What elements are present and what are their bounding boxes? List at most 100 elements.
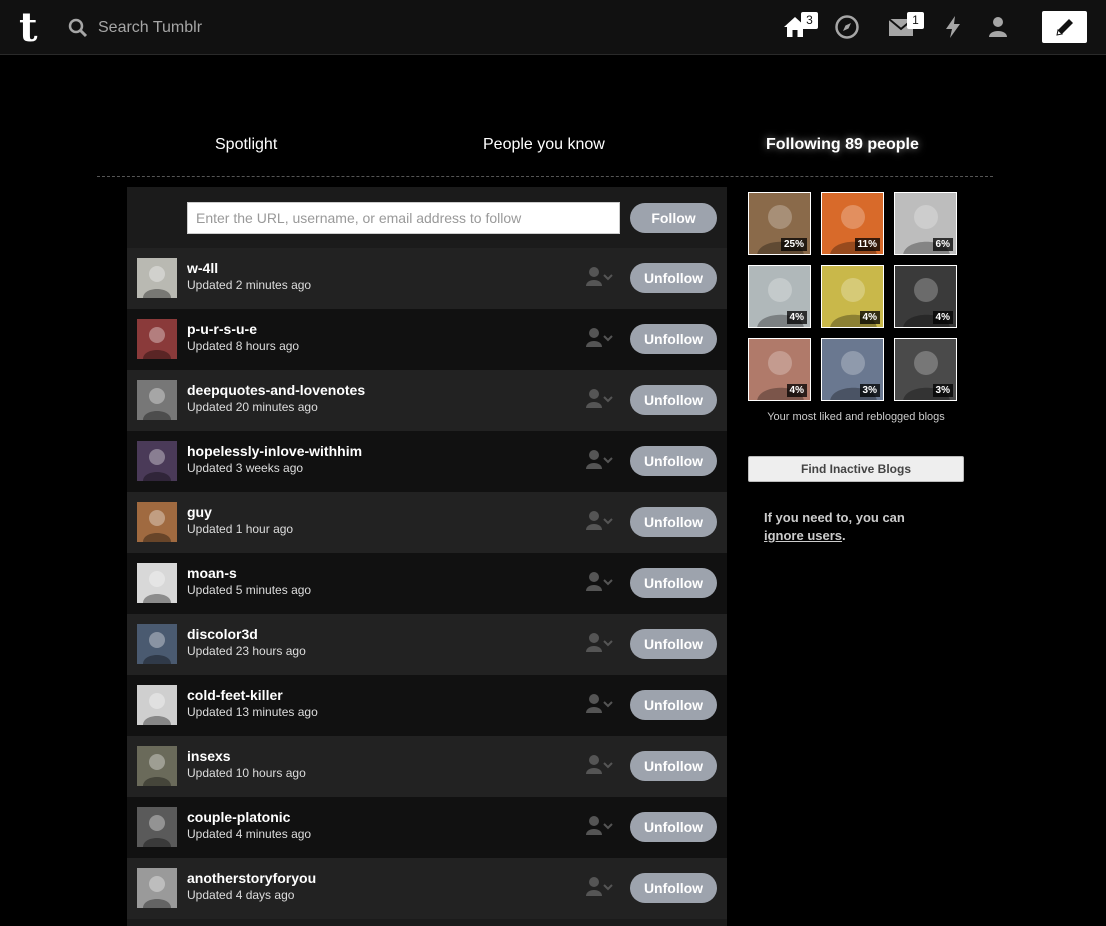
top-navigation-bar: t 3 1 bbox=[0, 0, 1106, 55]
user-options-icon[interactable] bbox=[585, 265, 615, 289]
following-row: discolor3d Updated 23 hours ago Unfollow bbox=[127, 614, 727, 675]
blog-avatar[interactable] bbox=[137, 868, 177, 908]
blog-updated: Updated 20 minutes ago bbox=[187, 400, 318, 414]
top-blog-tile[interactable]: 4% bbox=[821, 265, 884, 328]
top-blog-tile[interactable]: 4% bbox=[748, 338, 811, 401]
unfollow-button[interactable]: Unfollow bbox=[630, 629, 717, 659]
search-input[interactable] bbox=[98, 19, 318, 37]
compose-pencil-icon bbox=[1055, 19, 1073, 36]
top-blog-percent: 4% bbox=[786, 311, 807, 324]
search-box bbox=[68, 14, 328, 42]
compose-button[interactable] bbox=[1042, 11, 1087, 43]
blog-name[interactable]: insexs bbox=[187, 748, 231, 764]
unfollow-button[interactable]: Unfollow bbox=[630, 385, 717, 415]
following-row: anotherstoryforyou Updated 4 days ago Unfo… bbox=[127, 858, 727, 919]
blog-name[interactable]: couple-platonic bbox=[187, 809, 290, 825]
activity-lightning-icon[interactable] bbox=[940, 14, 966, 40]
top-blog-tile[interactable]: 25% bbox=[748, 192, 811, 255]
blog-avatar[interactable] bbox=[137, 380, 177, 420]
tab-following[interactable]: Following 89 people bbox=[766, 136, 919, 154]
following-row: cold-feet-killer Updated 13 minutes ago Un… bbox=[127, 675, 727, 736]
ignore-users-note: If you need to, you can ignore users. bbox=[764, 509, 954, 545]
search-icon bbox=[68, 18, 88, 38]
blog-updated: Updated 2 minutes ago bbox=[187, 278, 312, 292]
tab-divider bbox=[97, 176, 993, 177]
blog-updated: Updated 10 hours ago bbox=[187, 766, 306, 780]
blog-updated: Updated 23 hours ago bbox=[187, 644, 306, 658]
top-blogs-grid: 25% 11% 6% 4% 4% 4% 4% 3% 3% bbox=[748, 192, 958, 402]
blog-updated: Updated 13 minutes ago bbox=[187, 705, 318, 719]
blog-name[interactable]: cold-feet-killer bbox=[187, 687, 283, 703]
tab-people-you-know[interactable]: People you know bbox=[483, 136, 605, 154]
follow-button[interactable]: Follow bbox=[630, 203, 717, 233]
top-blog-percent: 3% bbox=[859, 384, 880, 397]
blog-name[interactable]: hopelessly-inlove-withhim bbox=[187, 443, 362, 459]
blog-name[interactable]: deepquotes-and-lovenotes bbox=[187, 382, 365, 398]
following-row: hopelessly-inlove-withhim Updated 3 weeks… bbox=[127, 431, 727, 492]
unfollow-button[interactable]: Unfollow bbox=[630, 446, 717, 476]
blog-avatar[interactable] bbox=[137, 624, 177, 664]
blog-updated: Updated 3 weeks ago bbox=[187, 461, 304, 475]
unfollow-button[interactable]: Unfollow bbox=[630, 873, 717, 903]
unfollow-button[interactable]: Unfollow bbox=[630, 263, 717, 293]
user-options-icon[interactable] bbox=[585, 387, 615, 411]
follow-url-input[interactable] bbox=[187, 202, 620, 234]
top-blogs-caption: Your most liked and reblogged blogs bbox=[767, 411, 945, 423]
following-list-panel: Follow w-4ll Updated 2 minutes ago Unfollo… bbox=[127, 187, 727, 926]
top-blog-tile[interactable]: 4% bbox=[748, 265, 811, 328]
follow-bar: Follow bbox=[127, 187, 727, 248]
top-blog-tile[interactable]: 11% bbox=[821, 192, 884, 255]
blog-name[interactable]: anotherstoryforyou bbox=[187, 870, 316, 886]
blog-avatar[interactable] bbox=[137, 441, 177, 481]
top-blog-tile[interactable]: 6% bbox=[894, 192, 957, 255]
blog-avatar[interactable] bbox=[137, 746, 177, 786]
blog-name[interactable]: moan-s bbox=[187, 565, 237, 581]
explore-compass-icon[interactable] bbox=[834, 14, 860, 40]
top-blog-percent: 11% bbox=[854, 238, 880, 251]
user-options-icon[interactable] bbox=[585, 326, 615, 350]
user-options-icon[interactable] bbox=[585, 509, 615, 533]
blog-name[interactable]: w-4ll bbox=[187, 260, 218, 276]
blog-avatar[interactable] bbox=[137, 685, 177, 725]
following-row: couple-platonic Updated 4 minutes ago Unfo… bbox=[127, 797, 727, 858]
account-person-icon[interactable] bbox=[985, 14, 1011, 40]
find-inactive-blogs-button[interactable]: Find Inactive Blogs bbox=[748, 456, 964, 482]
top-blog-percent: 25% bbox=[780, 238, 807, 251]
top-blog-tile[interactable]: 3% bbox=[894, 338, 957, 401]
top-blog-tile[interactable]: 3% bbox=[821, 338, 884, 401]
top-blog-tile[interactable]: 4% bbox=[894, 265, 957, 328]
blog-avatar[interactable] bbox=[137, 319, 177, 359]
user-options-icon[interactable] bbox=[585, 875, 615, 899]
inbox-badge: 1 bbox=[907, 12, 924, 29]
following-rows: w-4ll Updated 2 minutes ago Unfollow p-u-r-… bbox=[127, 248, 727, 919]
top-blog-percent: 4% bbox=[786, 384, 807, 397]
user-options-icon[interactable] bbox=[585, 814, 615, 838]
following-row: guy Updated 1 hour ago Unfollow bbox=[127, 492, 727, 553]
blog-name[interactable]: p-u-r-s-u-e bbox=[187, 321, 257, 337]
top-blog-percent: 3% bbox=[932, 384, 953, 397]
ignore-users-link[interactable]: ignore users bbox=[764, 528, 842, 543]
unfollow-button[interactable]: Unfollow bbox=[630, 751, 717, 781]
unfollow-button[interactable]: Unfollow bbox=[630, 568, 717, 598]
blog-avatar[interactable] bbox=[137, 563, 177, 603]
blog-avatar[interactable] bbox=[137, 502, 177, 542]
unfollow-button[interactable]: Unfollow bbox=[630, 812, 717, 842]
blog-updated: Updated 4 minutes ago bbox=[187, 827, 312, 841]
blog-updated: Updated 1 hour ago bbox=[187, 522, 294, 536]
following-row: moan-s Updated 5 minutes ago Unfollow bbox=[127, 553, 727, 614]
unfollow-button[interactable]: Unfollow bbox=[630, 324, 717, 354]
user-options-icon[interactable] bbox=[585, 570, 615, 594]
blog-name[interactable]: discolor3d bbox=[187, 626, 258, 642]
user-options-icon[interactable] bbox=[585, 448, 615, 472]
user-options-icon[interactable] bbox=[585, 631, 615, 655]
unfollow-button[interactable]: Unfollow bbox=[630, 507, 717, 537]
user-options-icon[interactable] bbox=[585, 692, 615, 716]
tumblr-logo-icon[interactable]: t bbox=[17, 7, 51, 47]
user-options-icon[interactable] bbox=[585, 753, 615, 777]
tab-spotlight[interactable]: Spotlight bbox=[215, 136, 277, 154]
blog-name[interactable]: guy bbox=[187, 504, 212, 520]
unfollow-button[interactable]: Unfollow bbox=[630, 690, 717, 720]
following-row: deepquotes-and-lovenotes Updated 20 minut… bbox=[127, 370, 727, 431]
blog-avatar[interactable] bbox=[137, 807, 177, 847]
blog-avatar[interactable] bbox=[137, 258, 177, 298]
